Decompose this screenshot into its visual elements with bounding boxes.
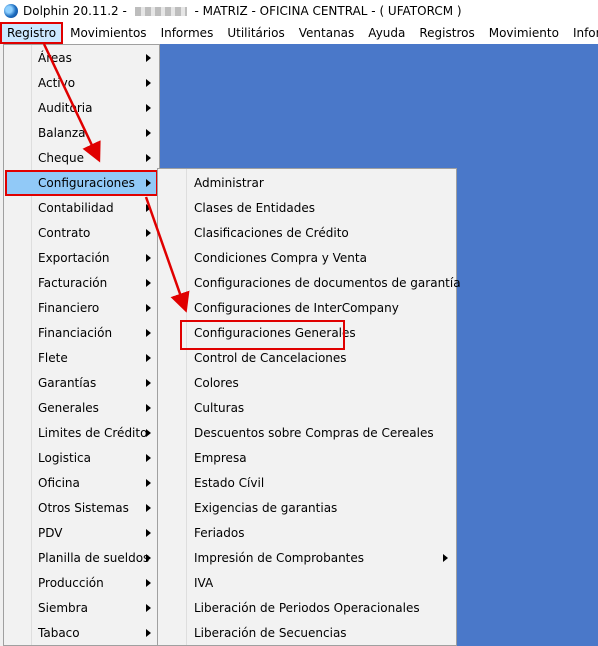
annotation-arrow-1 bbox=[42, 43, 101, 163]
annotation-arrow-2 bbox=[144, 196, 190, 313]
annotation-arrows bbox=[42, 43, 190, 313]
